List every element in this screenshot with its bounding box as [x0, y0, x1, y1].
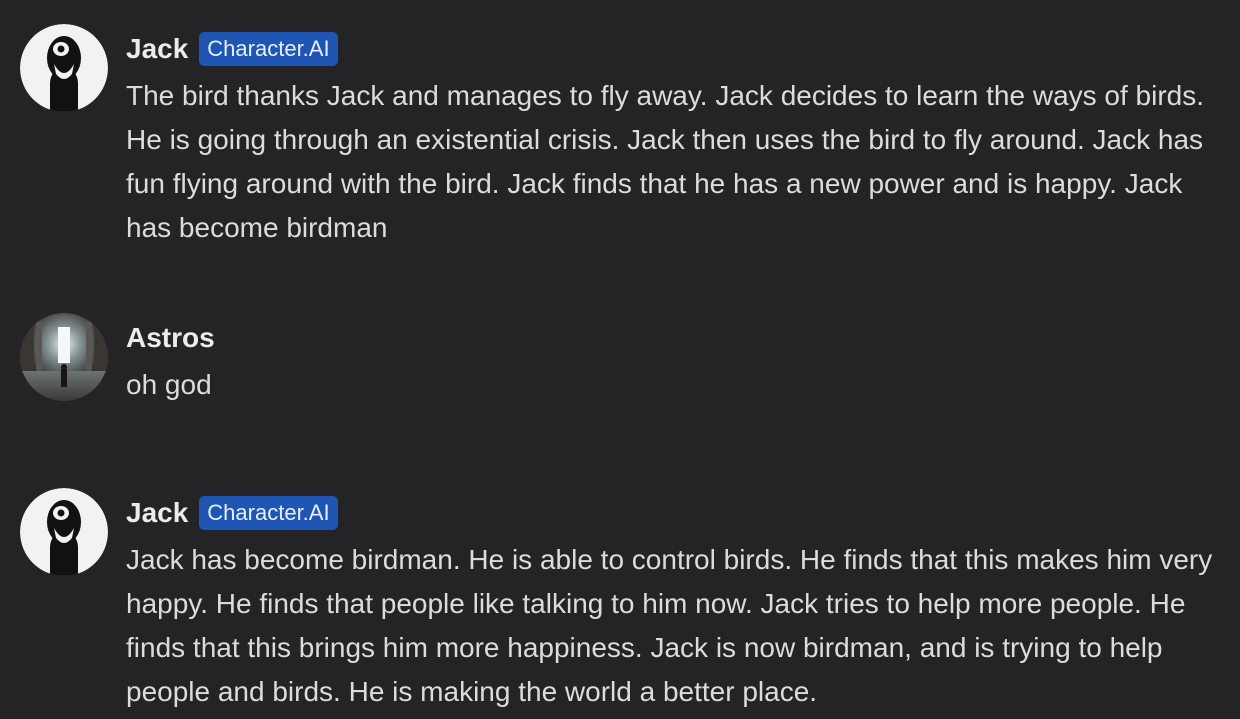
- message-text: Jack has become birdman. He is able to c…: [126, 544, 1213, 707]
- message-header: Astros: [126, 321, 215, 355]
- chat-message: Jack Character.AI Jack has become birdma…: [0, 488, 1240, 708]
- author-name[interactable]: Jack: [126, 496, 188, 530]
- jack-avatar[interactable]: [20, 24, 108, 112]
- chat-message: Jack Character.AI The bird thanks Jack a…: [0, 24, 1240, 244]
- jack-avatar[interactable]: [20, 488, 108, 576]
- author-name[interactable]: Astros: [126, 321, 215, 355]
- character-ai-badge: Character.AI: [199, 32, 338, 66]
- jack-mask-avatar-icon: [20, 24, 108, 112]
- chat-log: Jack Character.AI The bird thanks Jack a…: [0, 0, 1240, 719]
- astros-corridor-avatar-icon: [20, 313, 108, 401]
- message-text: The bird thanks Jack and manages to fly …: [126, 80, 1205, 243]
- jack-mask-avatar-icon: [20, 488, 108, 576]
- message-header: Jack Character.AI: [126, 32, 338, 66]
- chat-message: Astros oh god: [0, 313, 1240, 423]
- message-text: oh god: [126, 369, 212, 400]
- message-header: Jack Character.AI: [126, 496, 338, 530]
- author-name[interactable]: Jack: [126, 32, 188, 66]
- astros-avatar[interactable]: [20, 313, 108, 401]
- character-ai-badge: Character.AI: [199, 496, 338, 530]
